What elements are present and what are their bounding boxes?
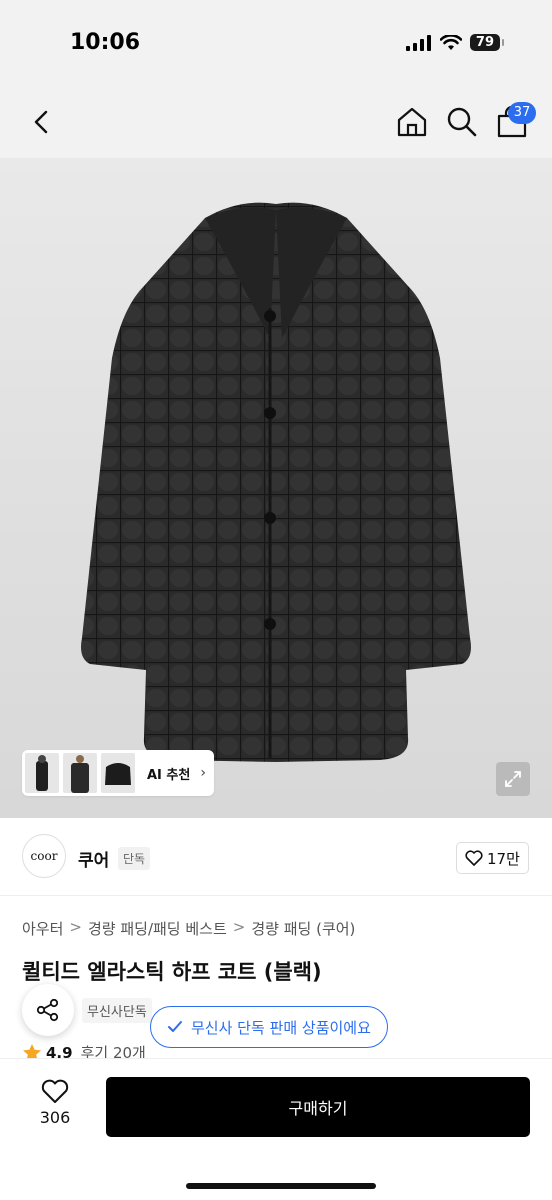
breadcrumb-separator: > (69, 918, 82, 936)
exclusive-notice-tooltip: 무신사 단독 판매 상품이에요 (150, 1006, 388, 1048)
brand-row: coor 쿠어 단독 17만 (0, 818, 552, 896)
expand-image-button[interactable] (496, 762, 530, 796)
share-button[interactable] (22, 984, 74, 1036)
wishlist-count: 306 (39, 1108, 71, 1127)
share-icon (36, 998, 59, 1022)
brand-name[interactable]: 쿠어 (78, 846, 109, 871)
wishlist-button[interactable]: 306 (30, 1079, 80, 1127)
home-icon[interactable] (394, 104, 430, 140)
chevron-right-icon: › (200, 765, 206, 781)
brand-like-count: 17만 (487, 849, 520, 868)
status-bar: 10:06 79 (0, 0, 552, 90)
product-image[interactable]: AI 추천 › (0, 158, 552, 818)
brand-exclusive-tag: 단독 (118, 847, 151, 870)
brand-like-button[interactable]: 17만 (456, 842, 529, 874)
breadcrumb-separator: > (232, 918, 246, 936)
cart-count-badge: 37 (508, 102, 536, 124)
breadcrumb-item-padding-vest[interactable]: 경량 패딩/패딩 베스트 (88, 918, 227, 939)
buy-button[interactable]: 구매하기 (106, 1077, 530, 1137)
brand-logo[interactable]: coor (22, 834, 66, 878)
heart-icon (41, 1079, 69, 1103)
heart-outline-icon (465, 850, 483, 866)
signal-icon (405, 34, 431, 51)
product-exclusive-tag: 무신사단독 (82, 998, 152, 1023)
ai-recommend-strip[interactable]: AI 추천 › (22, 750, 214, 796)
top-nav: 37 (0, 90, 552, 158)
bottom-action-bar: 306 구매하기 (0, 1058, 552, 1200)
thumbnail-1[interactable] (25, 753, 59, 793)
breadcrumb: 아우터 > 경량 패딩/패딩 베스트 > 경량 패딩 (쿠어) (22, 918, 355, 939)
check-icon (168, 1021, 182, 1032)
breadcrumb-item-outer[interactable]: 아우터 (22, 918, 63, 939)
product-title: 퀼티드 엘라스틱 하프 코트 (블랙) (22, 960, 322, 984)
status-time: 10:06 (70, 30, 141, 55)
search-icon[interactable] (444, 104, 480, 140)
thumbnail-3[interactable] (101, 753, 135, 793)
exclusive-notice-text: 무신사 단독 판매 상품이에요 (191, 1018, 371, 1037)
breadcrumb-item-light-padding[interactable]: 경량 패딩 (쿠어) (251, 918, 355, 939)
battery-indicator: 79 (469, 34, 505, 51)
expand-icon (505, 771, 521, 787)
back-icon[interactable] (26, 106, 58, 138)
home-indicator (186, 1183, 376, 1189)
coat-image (81, 202, 471, 763)
thumbnail-2[interactable] (63, 753, 97, 793)
ai-recommend-label: AI 추천 (147, 767, 191, 783)
status-indicators: 79 (405, 34, 505, 51)
wifi-icon (439, 34, 462, 50)
